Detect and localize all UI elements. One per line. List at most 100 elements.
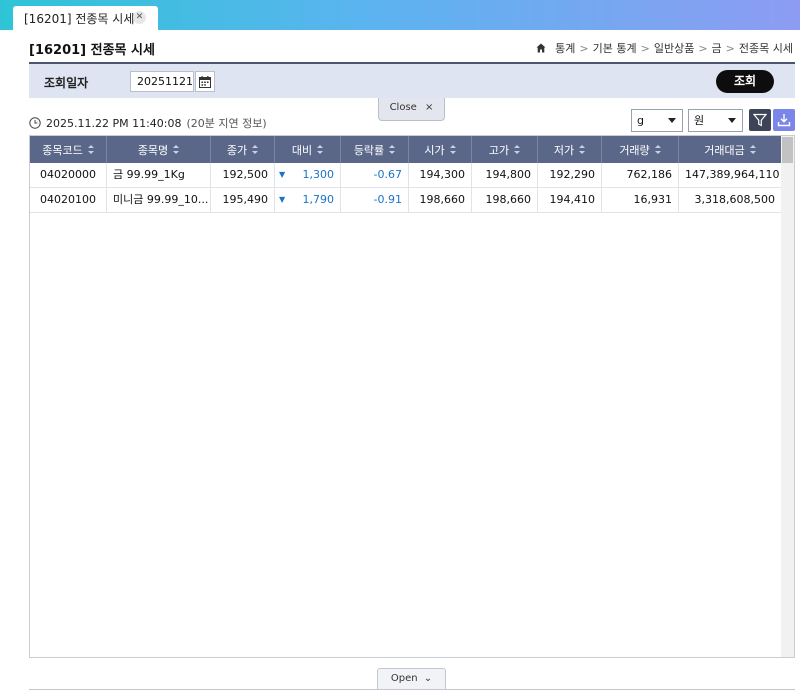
sort-icon [317,145,324,154]
tab-label: [16201] 전종목 시세 [24,11,135,26]
cell-change: ▼ 1,300 [275,163,341,187]
sort-icon [514,145,521,154]
cell-amount: 3,318,608,500 [679,188,782,212]
col-header-amount[interactable]: 거래대금 [679,136,782,163]
change-value: 1,300 [302,168,335,181]
down-arrow-icon: ▼ [279,195,286,204]
col-header-close[interactable]: 종가 [211,136,275,163]
cell-code: 04020100 [30,188,107,212]
tab-16201[interactable]: [16201] 전종목 시세 ✕ [13,6,158,30]
col-header-rate[interactable]: 등락률 [341,136,409,163]
cell-close: 195,490 [211,188,275,212]
col-header-label: 거래량 [619,143,650,157]
col-header-label: 대비 [291,143,313,157]
search-bar: 조회일자 20251121 조회 [29,62,795,98]
calendar-icon [199,75,211,88]
sort-icon [654,145,661,154]
vertical-scrollbar[interactable] [781,136,794,657]
sort-icon [449,145,456,154]
col-header-code[interactable]: 종목코드 [30,136,107,163]
col-header-label: 거래대금 [704,143,745,157]
sort-icon [252,145,259,154]
open-panel-label: Open [390,673,418,684]
col-header-label: 고가 [488,143,510,157]
calendar-button[interactable] [195,71,215,92]
sort-icon [579,145,586,154]
scrollbar-thumb[interactable] [782,137,793,163]
col-header-low[interactable]: 저가 [538,136,602,163]
table-row[interactable]: 04020000 금 99.99_1Kg 192,500 ▼ 1,300 -0.6… [30,163,782,188]
cell-name: 미니금 99.99_10... [107,188,211,212]
col-header-high[interactable]: 고가 [472,136,538,163]
breadcrumb-item-gold[interactable]: 금 [712,40,722,56]
sort-icon [389,145,396,154]
home-icon[interactable] [536,43,546,53]
close-panel-label: Close [389,102,417,113]
query-button[interactable]: 조회 [716,70,774,93]
chevron-right-icon: > [640,41,650,55]
col-header-change[interactable]: 대비 [275,136,341,163]
cell-open: 198,660 [409,188,472,212]
close-icon[interactable]: ✕ [133,11,146,24]
col-header-label: 등락률 [353,143,385,157]
tab-strip: [16201] 전종목 시세 ✕ [0,0,800,30]
col-header-label: 종가 [226,143,248,157]
unit-select[interactable]: g [631,109,683,132]
sort-icon [87,145,94,154]
caret-down-icon [728,118,736,123]
breadcrumb-item-stats[interactable]: 통계 [555,40,575,56]
breadcrumb-item-general-commodity[interactable]: 일반상품 [654,40,694,56]
timestamp: 2025.11.22 PM 11:40:08 (20분 지연 정보) [29,115,267,131]
col-header-label: 시가 [424,143,445,157]
filter-button[interactable] [749,109,771,131]
clock-icon [29,117,41,129]
delay-note: (20분 지연 정보) [186,117,267,130]
chevron-right-icon: > [698,41,708,55]
cell-code: 04020000 [30,163,107,187]
date-input[interactable]: 20251121 [130,71,194,92]
table-row[interactable]: 04020100 미니금 99.99_10... 195,490 ▼ 1,790 … [30,188,782,213]
col-header-open[interactable]: 시가 [409,136,472,163]
close-panel-button[interactable]: Close × [378,98,445,121]
change-value: 1,790 [302,193,335,206]
cell-name: 금 99.99_1Kg [107,163,211,187]
down-arrow-icon: ▼ [279,170,286,179]
open-panel-button[interactable]: Open ⌄ [377,668,446,690]
sort-icon [173,145,180,154]
breadcrumb: 통계 > 기본 통계 > 일반상품 > 금 > 전종목 시세 [536,40,793,56]
currency-select[interactable]: 원 [688,109,743,132]
chevron-right-icon: > [725,41,735,55]
caret-down-icon [668,118,676,123]
cell-volume: 762,186 [602,163,679,187]
cell-low: 192,290 [538,163,602,187]
cell-change: ▼ 1,790 [275,188,341,212]
unit-select-value: g [637,114,644,127]
chevron-right-icon: > [579,41,589,55]
divider [29,689,795,690]
col-header-label: 종목명 [137,143,169,157]
col-header-label: 종목코드 [42,143,83,157]
currency-select-value: 원 [694,114,705,127]
date-label: 조회일자 [44,76,89,90]
col-header-name[interactable]: 종목명 [107,136,211,163]
timestamp-value: 2025.11.22 PM 11:40:08 [46,116,182,130]
breadcrumb-item-basic-stats[interactable]: 기본 통계 [593,40,637,56]
sort-icon [749,145,756,154]
cell-high: 194,800 [472,163,538,187]
col-header-volume[interactable]: 거래량 [602,136,679,163]
cell-amount: 147,389,964,110 [679,163,782,187]
cell-high: 198,660 [472,188,538,212]
price-table: 종목코드 종목명 종가 대비 등락률 시가 고가 저가 거래량 거래대금 040… [29,135,795,658]
col-header-label: 저가 [553,143,575,157]
cell-volume: 16,931 [602,188,679,212]
download-icon [777,114,791,127]
chevron-down-icon: ⌄ [423,673,433,684]
cell-rate: -0.67 [341,163,409,187]
close-icon: × [425,102,434,113]
cell-rate: -0.91 [341,188,409,212]
breadcrumb-item-all-items[interactable]: 전종목 시세 [739,40,793,56]
cell-open: 194,300 [409,163,472,187]
page-title: [16201] 전종목 시세 [29,43,155,58]
download-button[interactable] [773,109,795,131]
filter-icon [753,113,767,127]
